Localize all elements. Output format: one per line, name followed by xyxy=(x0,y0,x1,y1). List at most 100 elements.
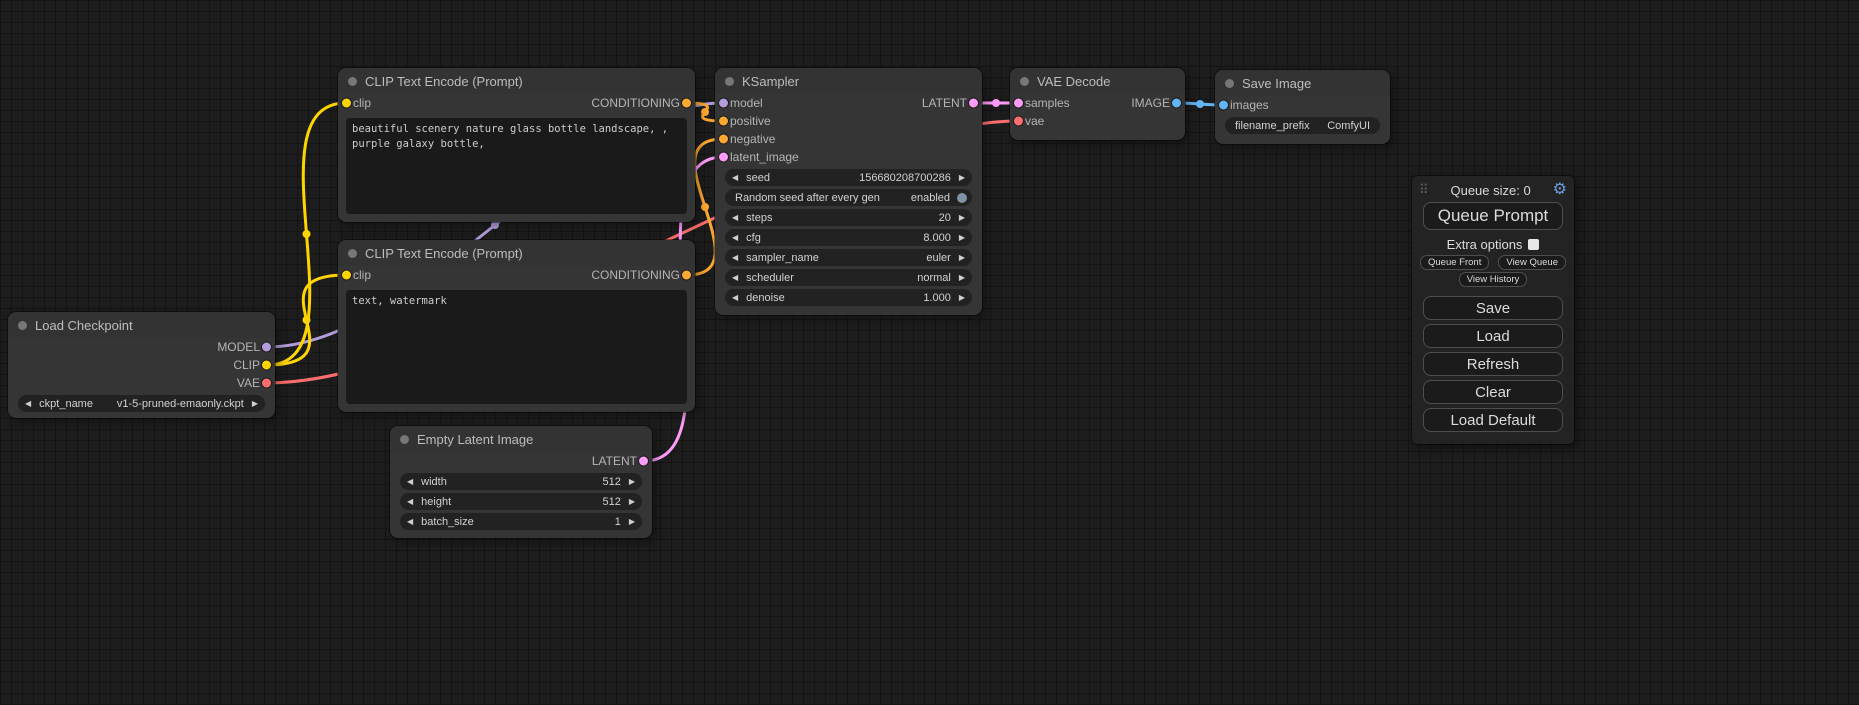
widget-value: 8.000 xyxy=(923,232,951,244)
widget-label: scheduler xyxy=(746,272,794,284)
clip-input-dot[interactable] xyxy=(342,271,351,280)
input-slot-latent-image: latent_image xyxy=(715,148,982,166)
decrement-arrow-icon[interactable]: ◀ xyxy=(732,214,738,222)
collapse-dot-icon[interactable] xyxy=(348,77,357,86)
steps-widget[interactable]: ◀ steps 20 ▶ xyxy=(725,209,972,226)
increment-arrow-icon[interactable]: ▶ xyxy=(959,274,965,282)
vae-slot-dot[interactable] xyxy=(262,379,271,388)
collapse-dot-icon[interactable] xyxy=(1020,77,1029,86)
decrement-arrow-icon[interactable]: ◀ xyxy=(732,294,738,302)
clip-slot-dot[interactable] xyxy=(262,361,271,370)
node-clip-text-encode-positive[interactable]: CLIP Text Encode (Prompt) clip CONDITION… xyxy=(338,68,695,222)
increment-arrow-icon[interactable]: ▶ xyxy=(959,234,965,242)
widget-value: 1.000 xyxy=(923,292,951,304)
slot-label: CONDITIONING xyxy=(591,268,680,282)
decrement-arrow-icon[interactable]: ◀ xyxy=(407,518,413,526)
clear-button[interactable]: Clear xyxy=(1423,380,1563,404)
node-ksampler[interactable]: KSampler model LATENT positive negative … xyxy=(715,68,982,315)
node-save-image[interactable]: Save Image images filename_prefix ComfyU… xyxy=(1215,70,1390,144)
save-button[interactable]: Save xyxy=(1423,296,1563,320)
increment-arrow-icon[interactable]: ▶ xyxy=(629,478,635,486)
collapse-dot-icon[interactable] xyxy=(1225,79,1234,88)
refresh-button[interactable]: Refresh xyxy=(1423,352,1563,376)
increment-arrow-icon[interactable]: ▶ xyxy=(629,518,635,526)
wire-midpoint-dot xyxy=(701,108,709,116)
collapse-dot-icon[interactable] xyxy=(18,321,27,330)
slot-label: model xyxy=(730,96,763,110)
conditioning-output-dot[interactable] xyxy=(682,271,691,280)
prompt-textarea[interactable]: text, watermark xyxy=(346,290,687,404)
random-seed-toggle-widget[interactable]: Random seed after every gen enabled xyxy=(725,189,972,206)
clip-input-dot[interactable] xyxy=(342,99,351,108)
denoise-widget[interactable]: ◀ denoise 1.000 ▶ xyxy=(725,289,972,306)
vae-input-dot[interactable] xyxy=(1014,117,1023,126)
collapse-dot-icon[interactable] xyxy=(400,435,409,444)
sampler-name-widget[interactable]: ◀ sampler_name euler ▶ xyxy=(725,249,972,266)
node-titlebar[interactable]: Load Checkpoint xyxy=(8,312,275,338)
drag-handle-icon[interactable]: ⠿ xyxy=(1419,182,1429,198)
settings-gear-icon[interactable]: ⚙ xyxy=(1553,182,1567,198)
prompt-textarea[interactable]: beautiful scenery nature glass bottle la… xyxy=(346,118,687,214)
images-input-dot[interactable] xyxy=(1219,101,1228,110)
extra-options-row: Extra options xyxy=(1417,234,1569,254)
node-titlebar[interactable]: Save Image xyxy=(1215,70,1390,96)
output-slot-clip: CLIP xyxy=(8,356,275,374)
decrement-arrow-icon[interactable]: ◀ xyxy=(732,254,738,262)
queue-prompt-button[interactable]: Queue Prompt xyxy=(1423,202,1563,230)
cfg-widget[interactable]: ◀ cfg 8.000 ▶ xyxy=(725,229,972,246)
toggle-dot-icon[interactable] xyxy=(957,193,967,203)
comfy-menu-panel[interactable]: ⠿ Queue size: 0 ⚙ Queue Prompt Extra opt… xyxy=(1412,176,1574,444)
increment-arrow-icon[interactable]: ▶ xyxy=(629,498,635,506)
samples-input-dot[interactable] xyxy=(1014,99,1023,108)
decrement-arrow-icon[interactable]: ◀ xyxy=(732,234,738,242)
wire-midpoint-dot xyxy=(1196,100,1204,108)
decrement-arrow-icon[interactable]: ◀ xyxy=(25,400,31,408)
increment-arrow-icon[interactable]: ▶ xyxy=(959,214,965,222)
node-empty-latent-image[interactable]: Empty Latent Image LATENT ◀ width 512 ▶ … xyxy=(390,426,652,538)
node-vae-decode[interactable]: VAE Decode samples IMAGE vae xyxy=(1010,68,1185,140)
increment-arrow-icon[interactable]: ▶ xyxy=(252,400,258,408)
image-output-dot[interactable] xyxy=(1172,99,1181,108)
node-titlebar[interactable]: CLIP Text Encode (Prompt) xyxy=(338,68,695,94)
ckpt-name-widget[interactable]: ◀ ckpt_name v1-5-pruned-emaonly.ckpt ▶ xyxy=(18,395,265,412)
collapse-dot-icon[interactable] xyxy=(348,249,357,258)
seed-widget[interactable]: ◀ seed 156680208700286 ▶ xyxy=(725,169,972,186)
negative-input-dot[interactable] xyxy=(719,135,728,144)
filename-prefix-widget[interactable]: filename_prefix ComfyUI xyxy=(1225,117,1380,134)
load-button[interactable]: Load xyxy=(1423,324,1563,348)
batch-size-widget[interactable]: ◀ batch_size 1 ▶ xyxy=(400,513,642,530)
load-default-button[interactable]: Load Default xyxy=(1423,408,1563,432)
conditioning-output-dot[interactable] xyxy=(682,99,691,108)
decrement-arrow-icon[interactable]: ◀ xyxy=(732,174,738,182)
scheduler-widget[interactable]: ◀ scheduler normal ▶ xyxy=(725,269,972,286)
view-queue-button[interactable]: View Queue xyxy=(1498,255,1566,270)
decrement-arrow-icon[interactable]: ◀ xyxy=(407,498,413,506)
node-titlebar[interactable]: Empty Latent Image xyxy=(390,426,652,452)
node-titlebar[interactable]: CLIP Text Encode (Prompt) xyxy=(338,240,695,266)
increment-arrow-icon[interactable]: ▶ xyxy=(959,254,965,262)
node-titlebar[interactable]: KSampler xyxy=(715,68,982,94)
latent-output-dot[interactable] xyxy=(639,457,648,466)
latent-image-input-dot[interactable] xyxy=(719,153,728,162)
node-clip-text-encode-negative[interactable]: CLIP Text Encode (Prompt) clip CONDITION… xyxy=(338,240,695,412)
slot-label: CLIP xyxy=(233,358,260,372)
widget-value: v1-5-pruned-emaonly.ckpt xyxy=(117,398,244,410)
latent-output-dot[interactable] xyxy=(969,99,978,108)
model-slot-dot[interactable] xyxy=(262,343,271,352)
slot-label: positive xyxy=(730,114,771,128)
queue-front-button[interactable]: Queue Front xyxy=(1420,255,1489,270)
positive-input-dot[interactable] xyxy=(719,117,728,126)
decrement-arrow-icon[interactable]: ◀ xyxy=(732,274,738,282)
width-widget[interactable]: ◀ width 512 ▶ xyxy=(400,473,642,490)
increment-arrow-icon[interactable]: ▶ xyxy=(959,174,965,182)
extra-options-checkbox[interactable] xyxy=(1528,239,1539,250)
view-history-button[interactable]: View History xyxy=(1459,272,1528,287)
node-titlebar[interactable]: VAE Decode xyxy=(1010,68,1185,94)
model-input-dot[interactable] xyxy=(719,99,728,108)
node-graph-canvas[interactable]: Load Checkpoint MODEL CLIP VAE ◀ ckpt_na… xyxy=(0,0,1859,705)
height-widget[interactable]: ◀ height 512 ▶ xyxy=(400,493,642,510)
decrement-arrow-icon[interactable]: ◀ xyxy=(407,478,413,486)
increment-arrow-icon[interactable]: ▶ xyxy=(959,294,965,302)
collapse-dot-icon[interactable] xyxy=(725,77,734,86)
node-load-checkpoint[interactable]: Load Checkpoint MODEL CLIP VAE ◀ ckpt_na… xyxy=(8,312,275,418)
